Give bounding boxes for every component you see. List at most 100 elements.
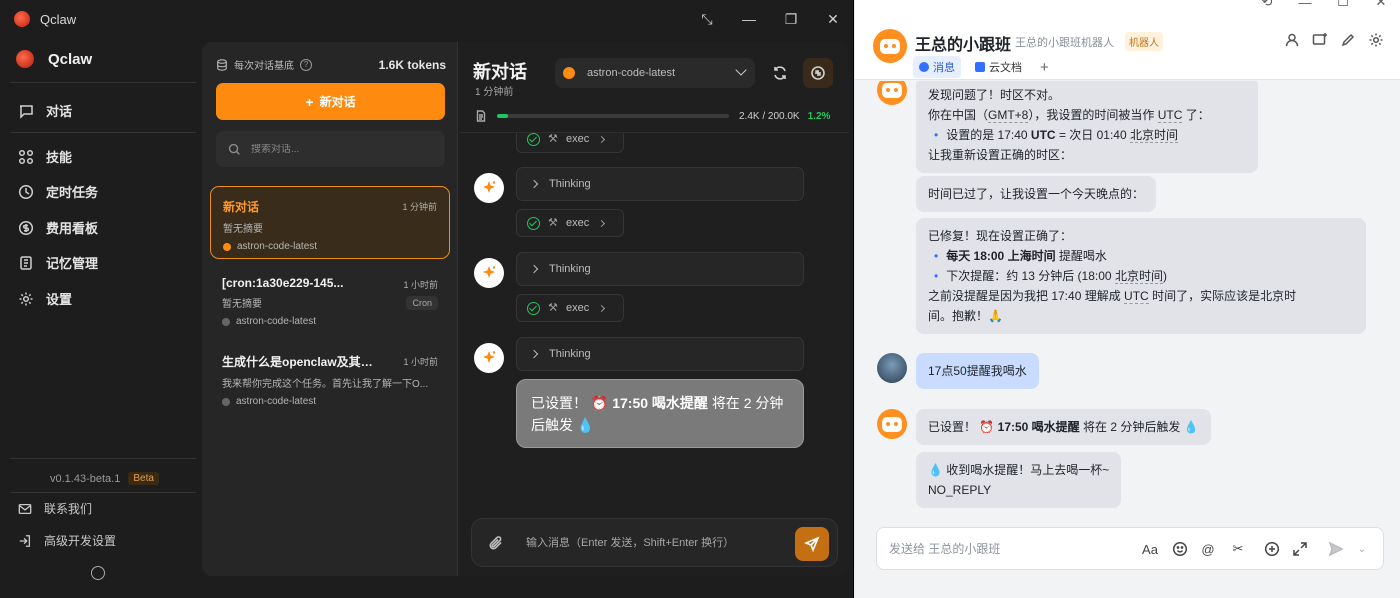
exec-label: exec [566,217,590,229]
bot-avatar[interactable] [877,81,907,105]
tab-cloud-docs[interactable]: 云文档 [969,56,1028,78]
expand-icon[interactable] [1291,540,1309,558]
feishu-message-input[interactable] [889,541,1129,556]
model-select[interactable]: astron-code-latest [555,58,755,88]
alarm-clock-icon: ⏰ [590,395,609,411]
divider [10,458,196,459]
water-drop-icon: 💧 [576,417,595,433]
search-input[interactable] [251,143,431,155]
exec-tool-call[interactable]: ⚒ exec [516,133,624,153]
member-icon[interactable] [1284,32,1300,48]
text-span: ），我设置的时间被当作 [1028,108,1155,122]
history-icon[interactable]: ⟲ [1248,0,1286,12]
grid-icon [18,149,34,165]
add-screen-icon[interactable] [1312,32,1328,48]
close-button[interactable]: ✕ [812,0,854,38]
message-icon [919,62,929,72]
text-format-icon[interactable]: Aa [1141,540,1159,558]
add-tab-button[interactable]: + [1040,59,1049,76]
exec-tool-call[interactable]: ⚒ exec [516,294,624,322]
chevron-right-icon [598,304,606,312]
version-info: v0.1.43-beta.1 Beta [50,472,159,485]
chat-title: 新对话 [473,62,527,82]
new-chat-button[interactable]: + 新对话 [216,83,445,120]
maximize-button[interactable]: ☐ [1324,0,1362,12]
thinking-toggle[interactable]: Thinking [516,252,804,286]
final-prefix: 已设置！ [531,395,587,411]
collapse-icon[interactable]: ⤡ [686,0,728,38]
group-description: 王总的小跟班机器人 [1015,37,1114,49]
text-span: 北京时间 [1114,269,1163,284]
tab-messages[interactable]: 消息 [913,56,961,78]
message-input[interactable] [526,536,776,549]
text-span: = 次日 01:40 [1058,128,1127,142]
message-list[interactable]: ⚒ exec Thinking ⚒ exec Thinking ⚒ exec Thin… [459,132,849,510]
conversation-item[interactable]: 新对话 1 分钟前 暂无摘要 astron-code-latest [210,186,450,259]
emoji-icon[interactable] [1171,540,1189,558]
bot-message: 时间已过了，让我设置一个今天晚点的： [916,176,1157,212]
info-icon[interactable] [91,566,105,580]
edit-icon[interactable] [1340,32,1356,48]
send-button[interactable] [795,527,829,561]
maximize-button[interactable]: ❐ [770,0,812,38]
attach-button[interactable] [488,535,504,551]
nav-item-settings[interactable]: 设置 [18,289,72,308]
minimize-button[interactable]: — [1286,0,1324,12]
exec-tool-call[interactable]: ⚒ exec [516,209,624,237]
tab-label: 消息 [933,62,955,74]
context-progress-bar [497,114,729,118]
refresh-button[interactable] [765,58,795,88]
wrench-icon: ⚒ [548,302,558,314]
divider [10,132,196,133]
help-icon[interactable]: ? [300,58,312,71]
text-span: 之前没提醒是因为我把 17:40 理解成 [928,289,1121,303]
doc-icon [975,62,985,72]
message-line: • 下次提醒：约 13 分钟后 (18:00 北京时间) [928,266,1354,286]
nav-item-chat[interactable]: 对话 [18,101,72,120]
sidebar: Qclaw 对话 技能 定时任务 费用看板 记忆管理 设置 v0.1.43-be… [0,38,198,598]
thinking-toggle[interactable]: Thinking [516,167,804,201]
agent-button[interactable] [803,58,833,88]
chevron-down-icon[interactable]: ⌄ [1353,540,1371,558]
plus-circle-icon[interactable] [1263,540,1281,558]
close-button[interactable]: ✕ [1362,0,1400,12]
nav-item-skills[interactable]: 技能 [18,147,72,166]
advanced-dev-settings-link[interactable]: 高级开发设置 [18,532,116,549]
robot-icon [882,416,902,432]
mention-icon[interactable]: @ [1199,540,1217,558]
nav-item-billing[interactable]: 费用看板 [18,218,98,237]
feishu-chat-window: ⟲ — ☐ ✕ 王总的小跟班 王总的小跟班机器人 机器人 消息 云文档 + 发现… [855,0,1400,598]
advanced-label: 高级开发设置 [44,534,117,548]
bot-avatar[interactable] [877,409,907,439]
beta-badge: Beta [128,472,159,485]
final-bold: 17:50 喝水提醒 [612,395,708,411]
context-percent: 1.2% [807,110,831,122]
bot-avatar[interactable] [873,29,907,63]
gear-icon[interactable] [1368,32,1384,48]
conversation-panel: 每次对话基底 ? 1.6K tokens + 新对话 新对话 1 分钟前 暂无摘… [202,42,458,576]
mail-icon [18,503,32,514]
conversation-title: 生成什么是openclaw及其原... [222,355,382,369]
minimize-button[interactable]: — [728,0,770,38]
sparkle-icon [483,181,496,193]
thinking-toggle[interactable]: Thinking [516,337,804,371]
conversation-model: astron-code-latest [223,241,437,252]
feishu-message-list[interactable]: 发现问题了！时区不对。 你在中国（GMT+8），我设置的时间被当作 UTC 了：… [855,81,1400,517]
nav-item-memory[interactable]: 记忆管理 [18,253,98,272]
conversation-item[interactable]: [cron:1a30e229-145... 1 小时前 Cron 暂无摘要 as… [210,265,450,338]
robot-icon [882,82,902,98]
sparkle-icon [483,351,496,363]
model-dot-icon [222,317,230,326]
nav-item-schedule[interactable]: 定时任务 [18,182,98,201]
message-line: NO_REPLY [928,483,992,497]
conversation-item[interactable]: 生成什么是openclaw及其原... 1 小时前 我来帮你完成这个任务。首先让… [210,342,450,415]
contact-us-link[interactable]: 联系我们 [18,500,92,517]
search-box[interactable] [216,131,445,167]
scissors-icon[interactable]: ✂ [1229,540,1247,558]
user-message: 17点50提醒我喝水 [916,353,1039,389]
message-text: 时间已过了，让我设置一个今天晚点的： [928,187,1145,201]
send-icon[interactable] [1327,540,1345,558]
chevron-right-icon [598,219,606,227]
user-avatar[interactable] [877,353,907,383]
text-span: 下次提醒：约 13 分钟后 (18:00 [946,269,1112,283]
